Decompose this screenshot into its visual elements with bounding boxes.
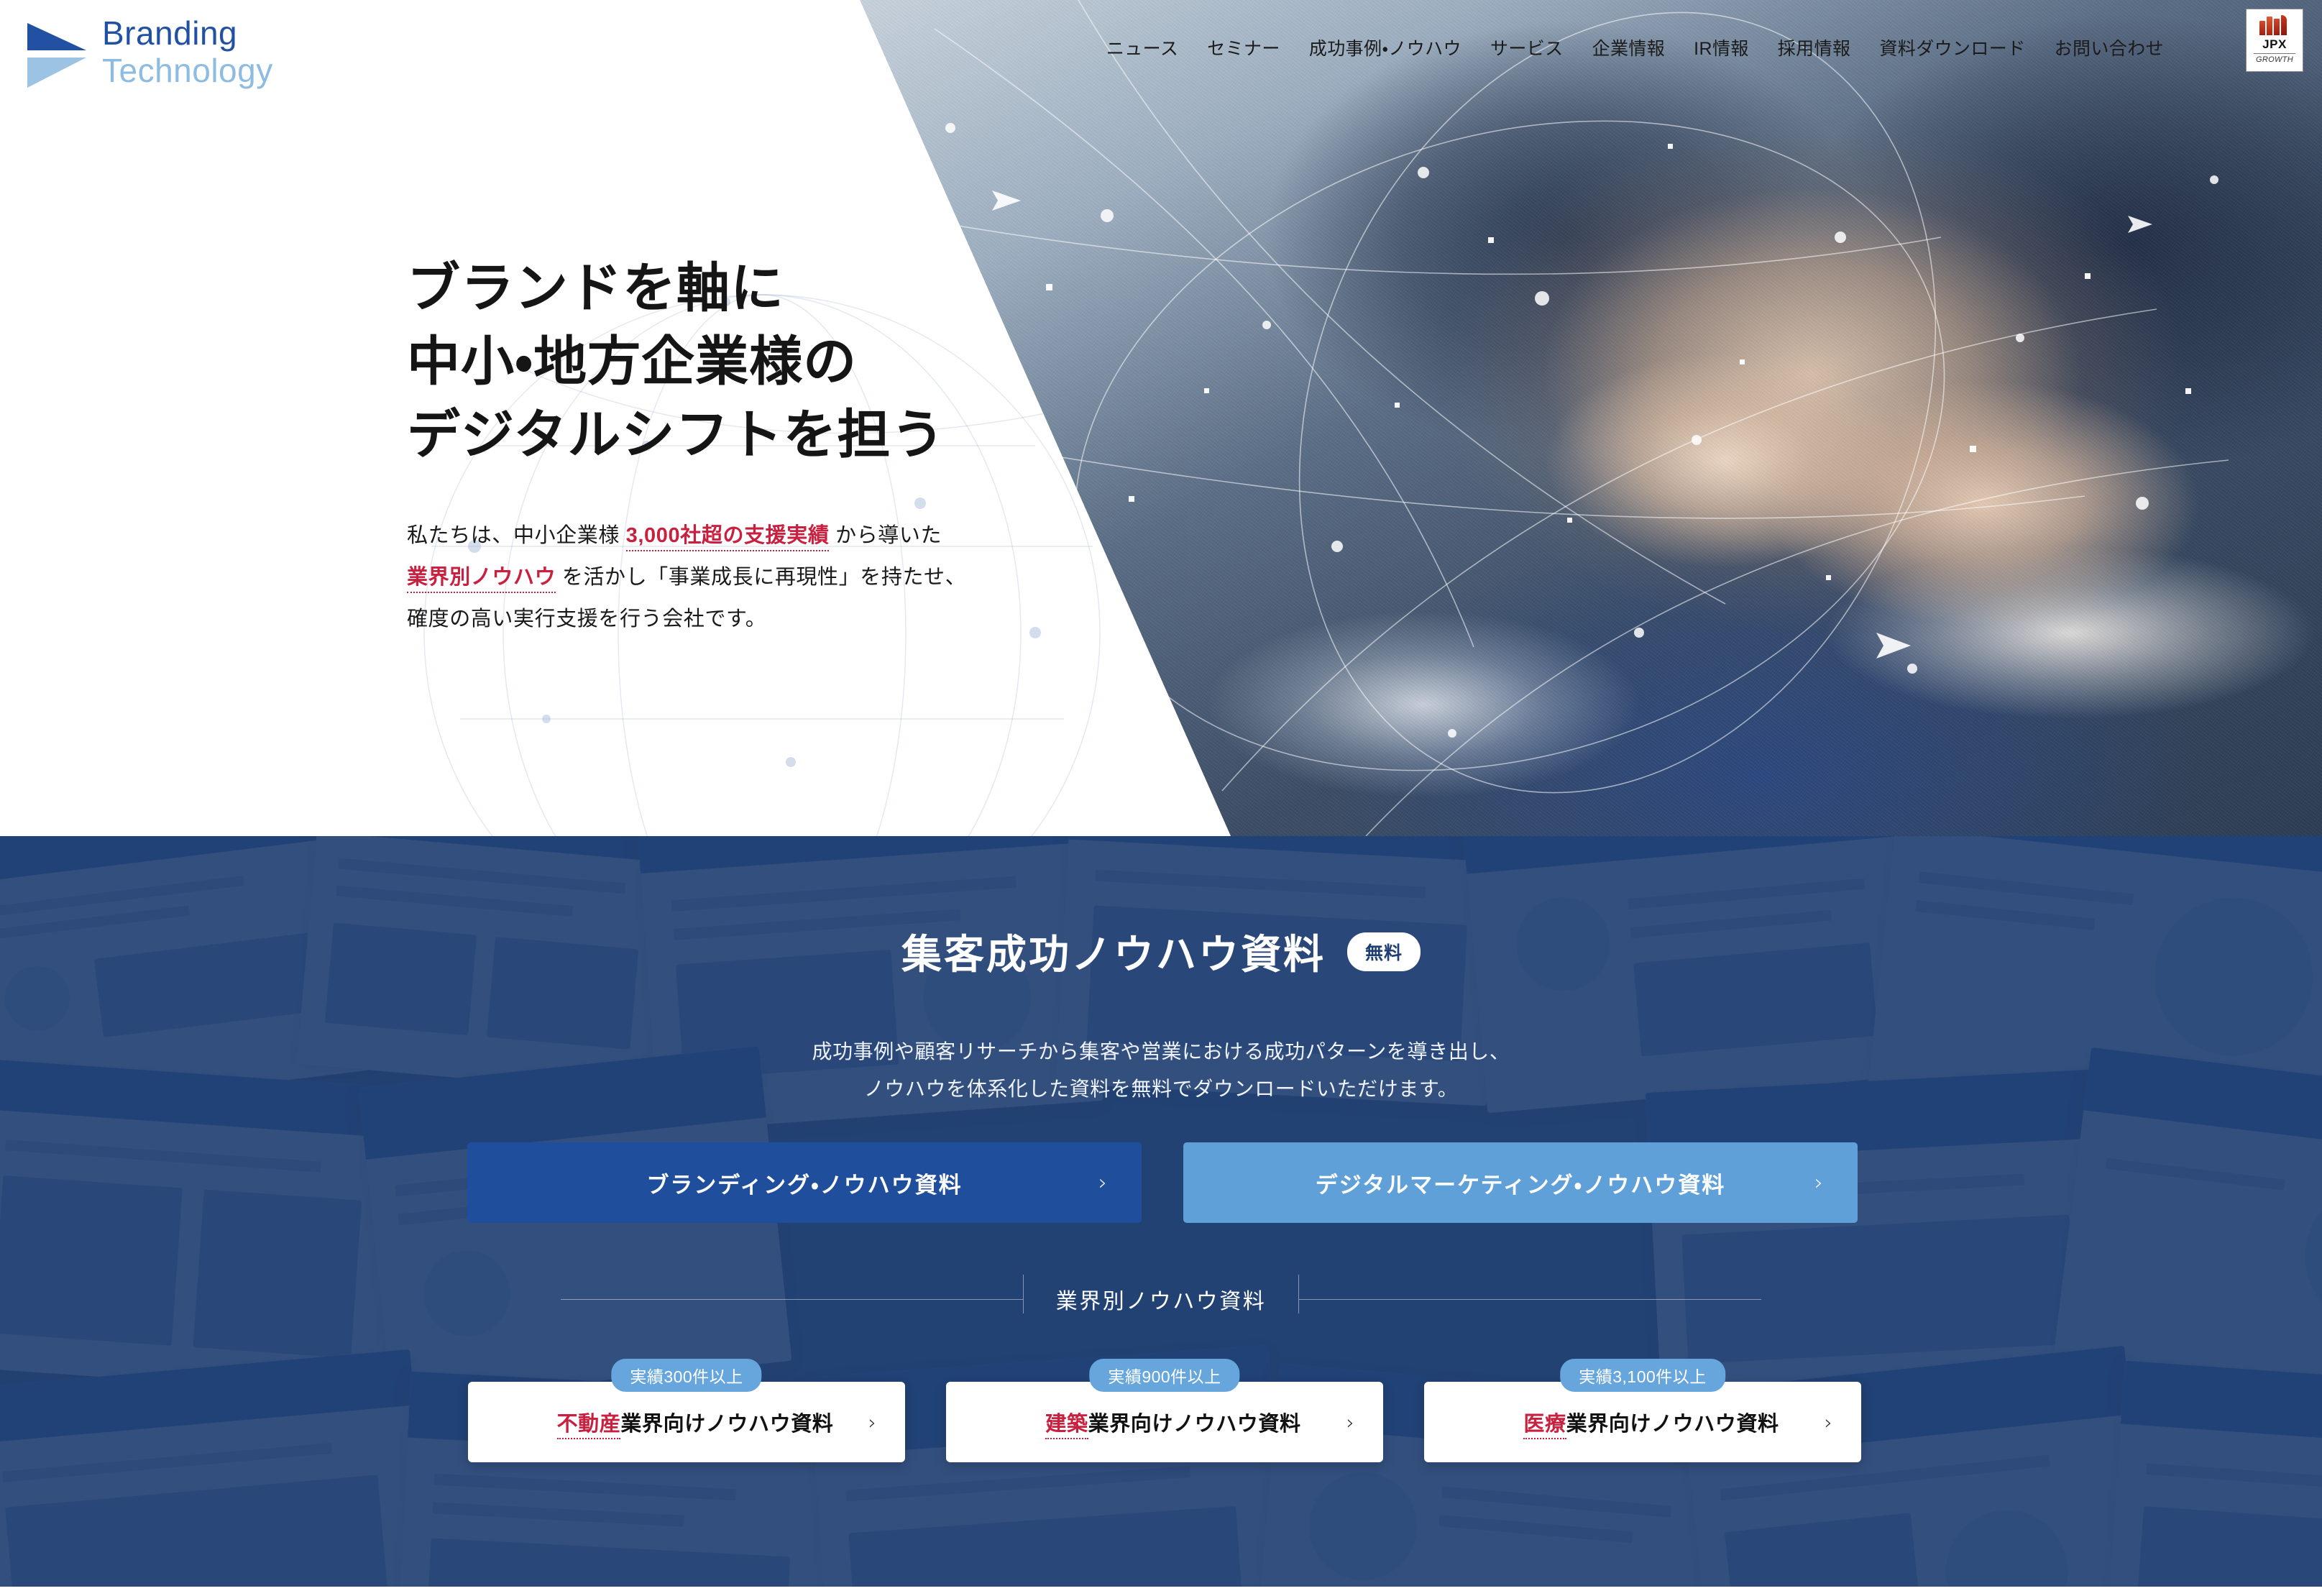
- card-badge: 実績900件以上: [1089, 1359, 1240, 1392]
- hero-headline-line-2: 中小・地方企業様の: [407, 331, 858, 392]
- jpx-market-label: GROWTH: [2256, 55, 2293, 64]
- divider-label-wrap: 業界別ノウハウ資料: [1022, 1275, 1300, 1315]
- jpx-divider: [2254, 53, 2295, 54]
- card-industry-name: 医療: [1523, 1413, 1566, 1439]
- card-title: 不動産業界向けノウハウ資料: [540, 1407, 834, 1439]
- industry-divider: 業界別ノウハウ資料: [561, 1275, 1761, 1318]
- nav-item-ir[interactable]: IR情報: [1694, 35, 1749, 60]
- download-description: 成功事例や顧客リサーチから集客や営業における成功パターンを導き出し、 ノウハウを…: [0, 1033, 2322, 1108]
- hero-headline: ブランドを軸に 中小・地方企業様の デジタルシフトを担う: [407, 252, 966, 472]
- download-section-title: 集客成功ノウハウ資料: [901, 932, 1326, 977]
- hero-para-1-post: から導いた: [829, 524, 942, 548]
- divider-rule-right: [1299, 1298, 1761, 1300]
- hero-para-2-post: を活かし「事業成長に再現性」を持たせ、: [556, 566, 967, 590]
- industry-card-medical[interactable]: 実績3,100件以上 医療業界向けノウハウ資料 ›: [1424, 1359, 1861, 1462]
- page-root: Branding Technology ニュース セミナー 成功事例・ノウハウ …: [0, 0, 2322, 1596]
- divider-rule-left: [561, 1298, 1023, 1300]
- chevron-right-icon: ›: [1814, 1170, 1823, 1196]
- nav-item-case-studies[interactable]: 成功事例・ノウハウ: [1309, 35, 1461, 60]
- card-badge: 実績3,100件以上: [1560, 1359, 1725, 1392]
- page-bottom-strip: [0, 1587, 2322, 1596]
- chevron-right-icon: ›: [1098, 1170, 1107, 1196]
- cta-branding-label: ブランディング・ノウハウ資料: [646, 1172, 963, 1198]
- chevron-right-icon: ›: [1824, 1410, 1832, 1434]
- free-badge: 無料: [1346, 932, 1421, 971]
- hero-copy: ブランドを軸に 中小・地方企業様の デジタルシフトを担う 私たちは、中小企業様 …: [407, 252, 966, 640]
- cta-button-row: ブランディング・ノウハウ資料 › デジタルマーケティング・ノウハウ資料 ›: [467, 1142, 1858, 1223]
- chevron-right-icon: ›: [1346, 1410, 1354, 1434]
- jpx-name-label: JPX: [2262, 37, 2287, 51]
- jpx-logo-icon: [2258, 15, 2291, 35]
- hero-section: Branding Technology ニュース セミナー 成功事例・ノウハウ …: [0, 0, 2322, 836]
- hero-para-highlight-1: 3,000社超の支援実績: [625, 524, 830, 552]
- card-title: 建築業界向けノウハウ資料: [1028, 1407, 1301, 1439]
- hero-para-1-pre: 私たちは、中小企業様: [407, 524, 626, 548]
- nav-item-services[interactable]: サービス: [1490, 35, 1564, 60]
- hero-headline-line-1: ブランドを軸に: [407, 258, 784, 318]
- download-title-row: 集客成功ノウハウ資料 無料: [0, 922, 2322, 981]
- logo-line-2: Technology: [102, 52, 273, 89]
- card-industry-name: 不動産: [556, 1413, 621, 1439]
- card-industry-name: 建築: [1045, 1413, 1088, 1439]
- nav-item-recruit[interactable]: 採用情報: [1778, 35, 1851, 60]
- hero-headline-line-3: デジタルシフトを担う: [407, 405, 945, 465]
- nav-item-company[interactable]: 企業情報: [1592, 35, 1666, 60]
- chevron-right-icon: ›: [868, 1410, 876, 1434]
- card-badge: 実績300件以上: [611, 1359, 762, 1392]
- download-description-line-1: 成功事例や顧客リサーチから集客や営業における成功パターンを導き出し、: [812, 1040, 1510, 1063]
- hero-para-highlight-2: 業界別ノウハウ: [407, 566, 556, 594]
- card-title-suffix: 業界向けノウハウ資料: [1566, 1413, 1779, 1436]
- card-title-suffix: 業界向けノウハウ資料: [1088, 1413, 1301, 1436]
- download-description-line-2: ノウハウを体系化した資料を無料でダウンロードいただけます。: [863, 1077, 1459, 1100]
- cta-branding-knowhow[interactable]: ブランディング・ノウハウ資料 ›: [467, 1142, 1142, 1223]
- card-title: 医療業界向けノウハウ資料: [1506, 1407, 1779, 1439]
- logo-line-1: Branding: [102, 14, 238, 52]
- hero-paragraph: 私たちは、中小企業様 3,000社超の支援実績 から導いた 業界別ノウハウ を活…: [407, 515, 966, 640]
- main-navigation: ニュース セミナー 成功事例・ノウハウ サービス 企業情報 IR情報 採用情報 …: [1106, 35, 2164, 60]
- jpx-growth-badge[interactable]: JPX GROWTH: [2246, 9, 2303, 72]
- industry-card-construction[interactable]: 実績900件以上 建築業界向けノウハウ資料 ›: [946, 1359, 1383, 1462]
- logo-wordmark: Branding Technology: [102, 17, 273, 87]
- nav-item-seminar[interactable]: セミナー: [1207, 35, 1280, 60]
- industry-card-row: 実績300件以上 不動産業界向けノウハウ資料 › 実績900件以上 建築業界向け…: [468, 1359, 1861, 1462]
- site-logo[interactable]: Branding Technology: [27, 16, 273, 88]
- nav-item-news[interactable]: ニュース: [1106, 35, 1178, 60]
- nav-item-contact[interactable]: お問い合わせ: [2055, 35, 2164, 60]
- industry-card-real-estate[interactable]: 実績300件以上 不動産業界向けノウハウ資料 ›: [468, 1359, 905, 1462]
- cta-digital-marketing-knowhow[interactable]: デジタルマーケティング・ノウハウ資料 ›: [1183, 1142, 1858, 1223]
- divider-label: 業界別ノウハウ資料: [1055, 1290, 1267, 1313]
- branding-technology-logo-icon: [27, 16, 86, 88]
- hero-para-3: 確度の高い実行支援を行う会社です。: [407, 607, 767, 631]
- cta-digital-marketing-label: デジタルマーケティング・ノウハウ資料: [1315, 1172, 1726, 1198]
- nav-item-downloads[interactable]: 資料ダウンロード: [1879, 35, 2025, 60]
- card-title-suffix: 業界向けノウハウ資料: [620, 1413, 834, 1436]
